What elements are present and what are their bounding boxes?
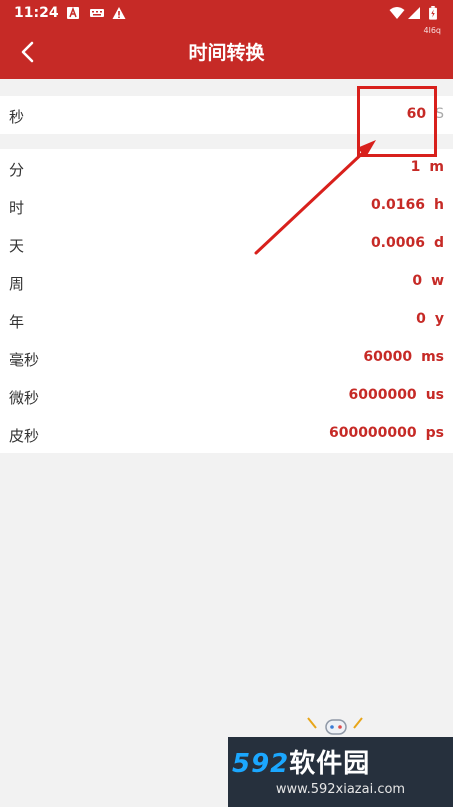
watermark-url: www.592xiazai.com — [275, 782, 406, 797]
watermark-brand: 592软件园 — [232, 743, 370, 780]
watermark-banner: 592软件园 www.592xiazai.com — [228, 737, 453, 807]
watermark-brand-number: 592 — [232, 749, 290, 779]
annotation-arrow — [254, 140, 376, 255]
watermark-brand-text: 软件园 — [289, 749, 371, 779]
